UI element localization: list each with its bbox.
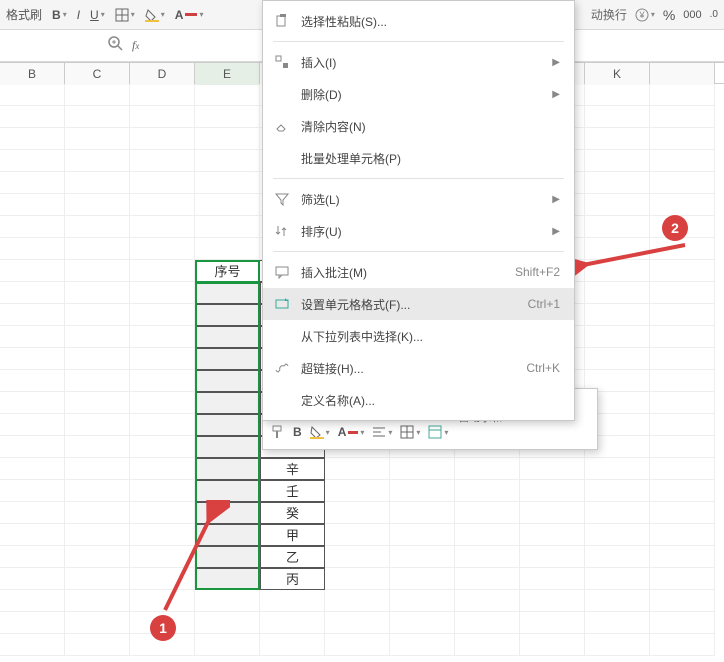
data-cell[interactable]: 丙 [260,568,325,590]
filter-icon [273,192,291,206]
format-painter-label: 格式刷 [6,6,42,23]
chevron-right-icon: ▶ [552,89,560,100]
menu-format-cells[interactable]: 设置单元格格式(F)... Ctrl+1 [263,288,574,320]
menu-sort[interactable]: 排序(U) ▶ [263,215,574,247]
col-header[interactable] [650,63,715,85]
context-menu: 选择性粘贴(S)... 插入(I) ▶ 删除(D) ▶ 清除内容(N) 批量处理… [262,0,575,421]
menu-pick-from-list[interactable]: 从下拉列表中选择(K)... [263,320,574,352]
annotation-badge-1: 1 [150,615,176,641]
wrap-text-label: 动换行 [591,6,627,23]
menu-filter[interactable]: 筛选(L) ▶ [263,183,574,215]
data-cell[interactable]: 乙 [260,546,325,568]
data-cell[interactable]: 甲 [260,524,325,546]
data-cell[interactable]: 壬 [260,480,325,502]
italic-button[interactable]: I [77,8,80,22]
menu-clear[interactable]: 清除内容(N) [263,110,574,142]
sort-icon [273,224,291,238]
currency-button[interactable]: ¥ ▾ [635,8,655,22]
menu-paste-special[interactable]: 选择性粘贴(S)... [263,5,574,37]
link-icon [273,361,291,375]
zoom-icon[interactable] [108,36,124,55]
col-header[interactable]: K [585,63,650,85]
menu-batch[interactable]: 批量处理单元格(P) [263,142,574,174]
font-color-button[interactable]: A ▾ [175,8,204,22]
menu-delete[interactable]: 删除(D) ▶ [263,78,574,110]
menu-define-name[interactable]: 定义名称(A)... [263,384,574,416]
format-painter-mini[interactable] [271,425,285,439]
data-cell[interactable]: 辛 [260,458,325,480]
borders-button[interactable]: ▾ [115,8,135,22]
menu-hyperlink[interactable]: 超链接(H)... Ctrl+K [263,352,574,384]
insert-icon [273,55,291,69]
col-header[interactable]: E [195,63,260,85]
data-cell[interactable]: 癸 [260,502,325,524]
fx-icon[interactable]: fx [132,38,139,53]
paste-icon [273,14,291,28]
increase-decimal-button[interactable]: .0 [710,9,718,20]
col-header[interactable]: B [0,63,65,85]
align-mini[interactable]: ▾ [372,425,392,439]
svg-text:¥: ¥ [638,10,645,20]
col-header[interactable]: D [130,63,195,85]
clear-icon [273,119,291,133]
underline-button[interactable]: U▾ [90,8,105,22]
font-color-mini[interactable]: A▾ [338,425,365,439]
format-cells-icon [273,297,291,311]
comment-icon [273,265,291,279]
bold-button[interactable]: B▾ [52,8,67,22]
percent-button[interactable]: % [663,7,675,23]
borders-mini[interactable]: ▾ [400,425,420,439]
fill-color-mini[interactable]: ▾ [310,425,330,439]
comma-style-button[interactable]: 000 [683,9,701,21]
chevron-right-icon: ▶ [552,57,560,68]
fill-color-button[interactable]: ▾ [145,8,165,22]
chevron-right-icon: ▶ [552,226,560,237]
annotation-badge-2: 2 [662,215,688,241]
menu-insert[interactable]: 插入(I) ▶ [263,46,574,78]
menu-insert-comment[interactable]: 插入批注(M) Shift+F2 [263,256,574,288]
col-header[interactable]: C [65,63,130,85]
row-col-mini[interactable]: ▾ [428,425,448,439]
table-header-cell[interactable]: 序号 [195,260,260,282]
chevron-right-icon: ▶ [552,194,560,205]
bold-mini[interactable]: B [293,425,302,439]
